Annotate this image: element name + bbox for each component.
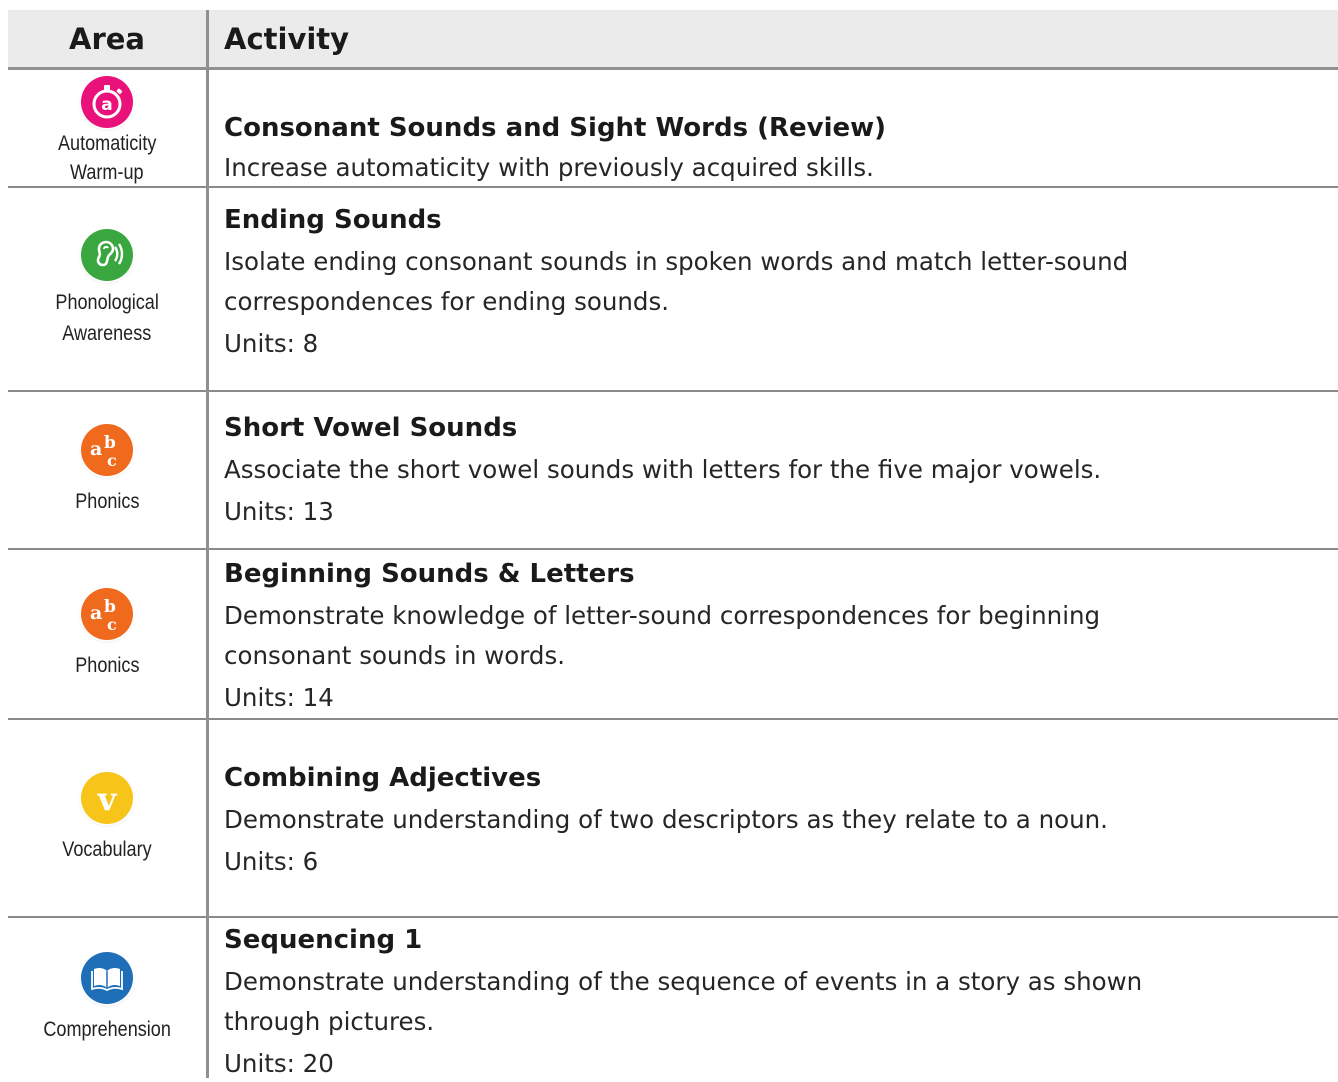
svg-text:b: b (104, 597, 116, 617)
area-label-line: Awareness (62, 322, 152, 345)
activity-cell: Ending Sounds Isolate ending consonant s… (224, 204, 1324, 362)
activity-description: correspondences for ending sounds. (224, 287, 670, 316)
activity-units: Units: 13 (224, 497, 334, 526)
svg-text:c: c (107, 615, 117, 634)
svg-text:a: a (90, 438, 102, 460)
activity-cell: Consonant Sounds and Sight Words (Review… (224, 112, 1324, 188)
activity-description: consonant sounds in words. (224, 641, 566, 670)
area-label-line: Comprehension (43, 1017, 171, 1041)
header-activity: Activity (224, 21, 350, 56)
activity-cell: Short Vowel Sounds Associate the short v… (224, 412, 1324, 530)
activity-description: through pictures. (224, 1007, 435, 1036)
area-cell: a b c Phonics (8, 550, 206, 718)
activity-title: Beginning Sounds & Letters (224, 559, 635, 589)
svg-text:b: b (104, 433, 116, 453)
area-cell: Comprehension (8, 918, 206, 1078)
activity-description: Demonstrate understanding of two descrip… (224, 805, 1108, 834)
activity-title: Sequencing 1 (224, 925, 423, 955)
activity-title: Combining Adjectives (224, 763, 542, 793)
area-cell: a Automaticity Warm-up (8, 70, 206, 190)
activity-cell: Beginning Sounds & Letters Demonstrate k… (224, 558, 1324, 716)
book-icon (81, 951, 133, 1004)
ear-icon (81, 229, 133, 281)
area-label-line: Vocabulary (62, 837, 152, 861)
activity-units: Units: 8 (224, 329, 319, 358)
area-label-line: Phonological (55, 291, 159, 314)
activity-cell: Sequencing 1 Demonstrate understanding o… (224, 924, 1324, 1082)
activity-title: Short Vowel Sounds (224, 413, 518, 443)
activity-units: Units: 14 (224, 683, 334, 712)
v-icon: v (81, 771, 133, 824)
activity-description: Demonstrate knowledge of letter-sound co… (224, 601, 1101, 630)
activity-description: Associate the short vowel sounds with le… (224, 455, 1102, 484)
svg-text:v: v (97, 780, 118, 818)
automaticity-icon: a (81, 76, 133, 128)
abc-icon: a b c (81, 587, 133, 640)
activity-units: Units: 6 (224, 847, 319, 876)
activity-description: Increase automaticity with previously ac… (224, 153, 874, 182)
area-cell: Phonological Awareness (8, 188, 206, 390)
area-label-line: Automaticity (57, 132, 157, 155)
svg-text:a: a (90, 602, 102, 624)
area-label-line: Warm-up (70, 161, 144, 184)
area-cell: v Vocabulary (8, 720, 206, 916)
area-label-line: Phonics (74, 653, 140, 677)
svg-text:c: c (107, 451, 117, 470)
svg-text:a: a (101, 95, 112, 115)
abc-icon: a b c (81, 423, 133, 476)
activity-cell: Combining Adjectives Demonstrate underst… (224, 762, 1324, 880)
area-label-line: Phonics (74, 489, 140, 513)
activity-title: Ending Sounds (224, 205, 442, 235)
area-cell: a b c Phonics (8, 392, 206, 548)
column-divider (206, 10, 209, 1078)
activity-description: Isolate ending consonant sounds in spoke… (224, 247, 1129, 276)
header-area: Area (69, 21, 145, 56)
activity-description: Demonstrate understanding of the sequenc… (224, 967, 1143, 996)
activity-units: Units: 20 (224, 1049, 334, 1078)
activity-table: Area Activity a Automaticity Warm-up Con… (8, 10, 1338, 1078)
activity-title: Consonant Sounds and Sight Words (Review… (224, 113, 887, 143)
